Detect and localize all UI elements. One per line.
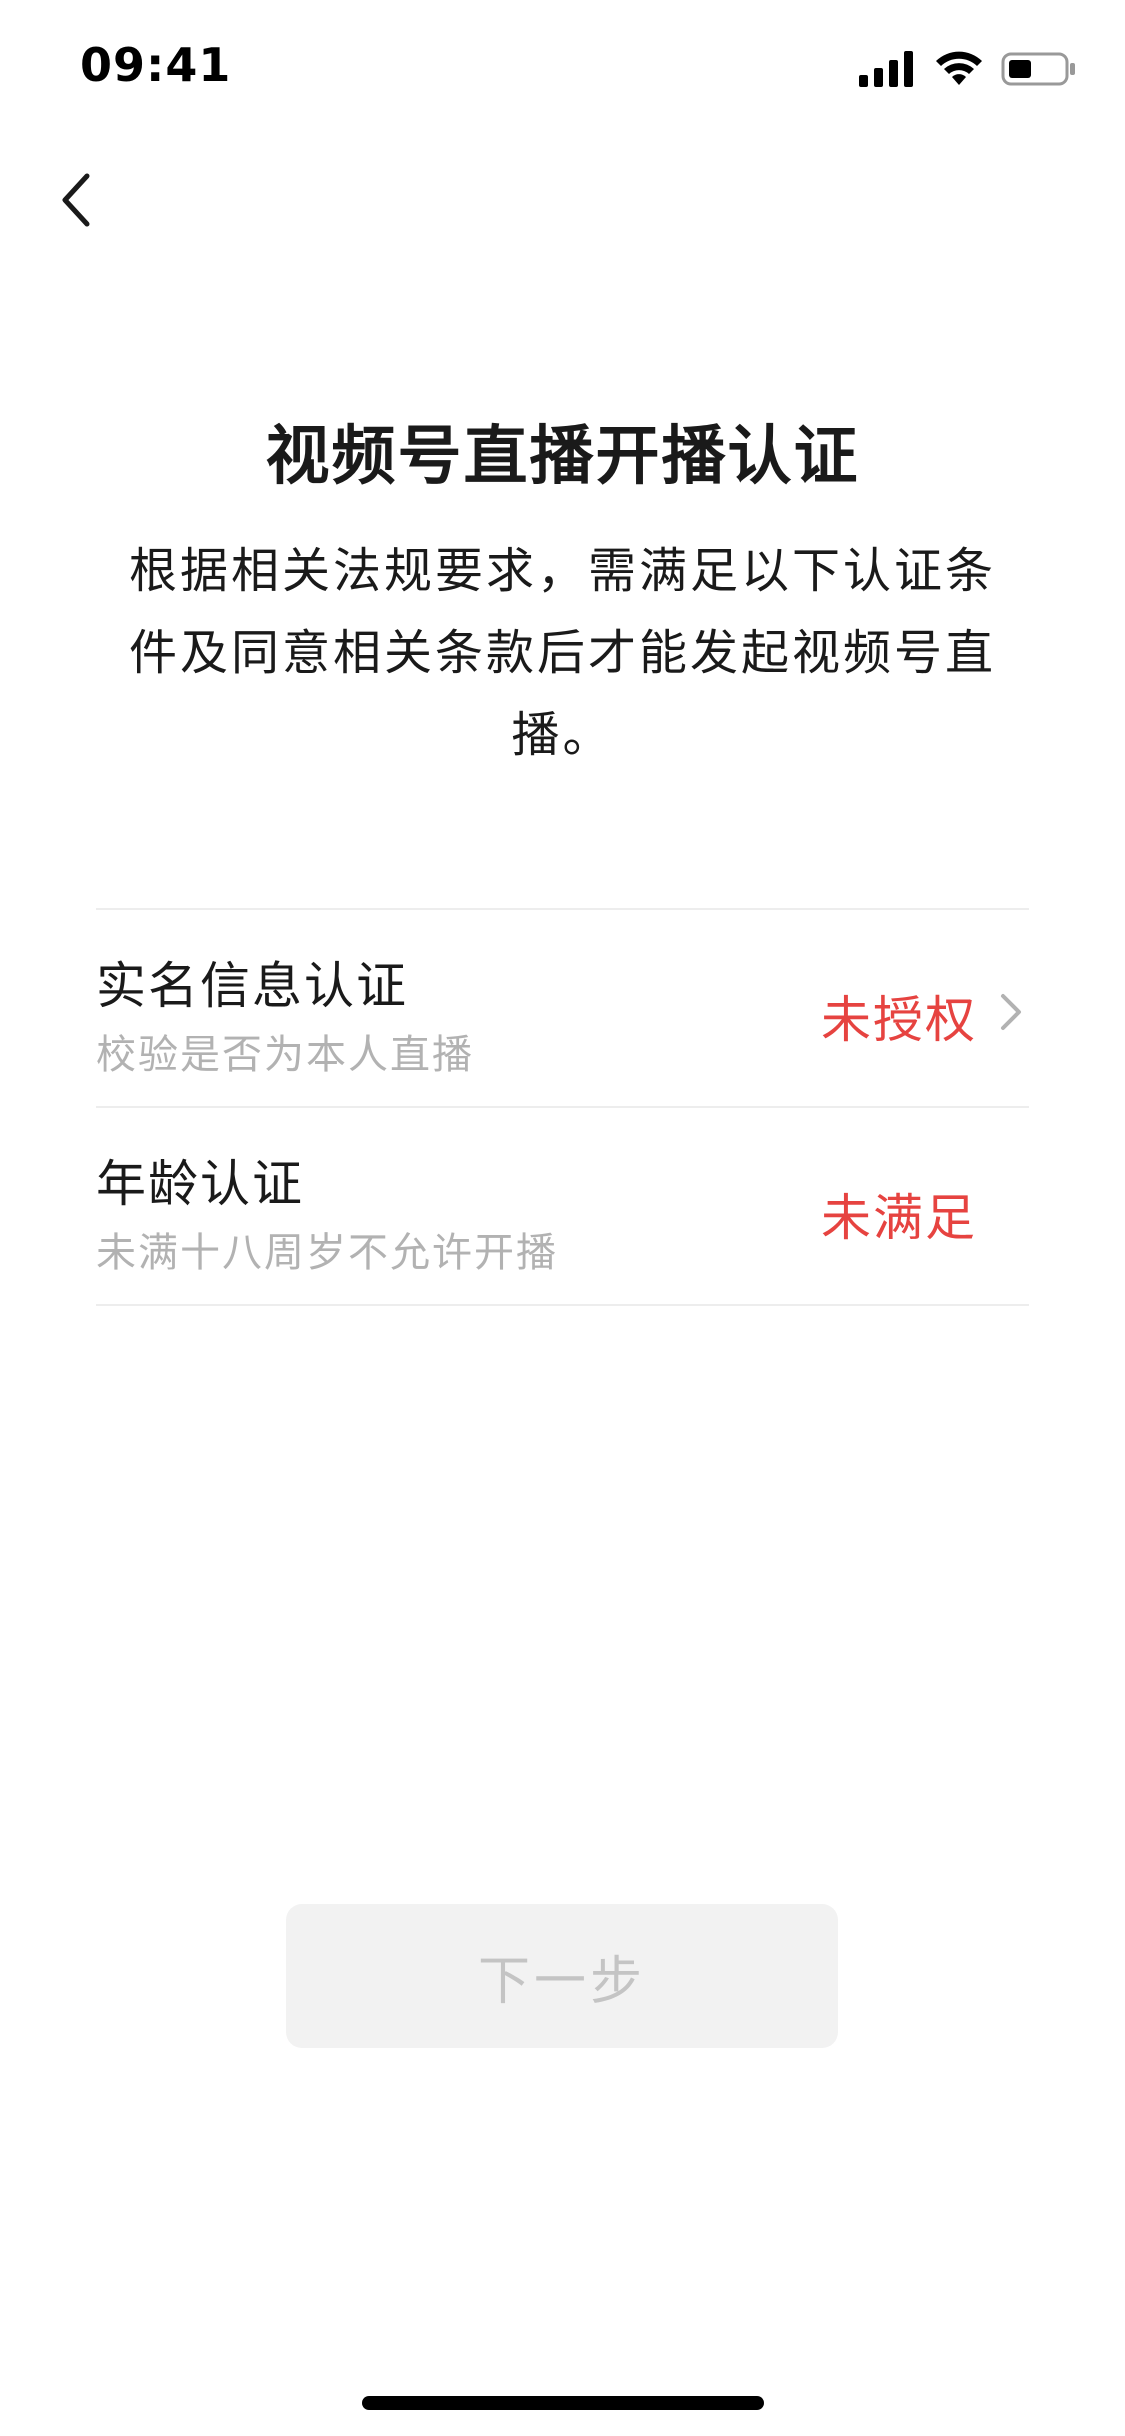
cert-row-age: 年龄认证 未满十八周岁不允许开播 未满足 (96, 1108, 1029, 1306)
page-title: 视频号直播开播认证 (265, 420, 860, 494)
page-description: 根据相关法规要求，需满足以下认证条件及同意相关条款后才能发起视频号直播。 (128, 543, 996, 763)
cert-subtitle: 未满十八周岁不允许开播 (96, 1230, 558, 1276)
cert-title: 年龄认证 (96, 1155, 304, 1213)
back-button[interactable] (40, 160, 110, 240)
cert-list: 实名信息认证 校验是否为本人直播 未授权 年龄认证 未满十八周岁不允许开播 未满… (96, 908, 1029, 1306)
status-time: 09:41 (80, 38, 232, 92)
battery-icon (1001, 52, 1075, 86)
screen: 09:41 视频号直播开播认证 根据相关法规要求，需满足以下认证条件及同意相关条… (0, 0, 1125, 2436)
signal-icon (859, 51, 913, 87)
status-bar: 09:41 (0, 0, 1125, 140)
next-button[interactable]: 下一步 (286, 1904, 838, 2048)
cert-subtitle: 校验是否为本人直播 (96, 1032, 474, 1078)
status-icons (859, 44, 1077, 94)
wifi-icon (936, 51, 982, 85)
chevron-right-icon (1001, 994, 1021, 1030)
home-indicator (362, 2396, 764, 2410)
cert-title: 实名信息认证 (96, 957, 408, 1015)
cert-status: 未满足 (821, 1189, 977, 1247)
cert-row-real-name[interactable]: 实名信息认证 校验是否为本人直播 未授权 (96, 910, 1029, 1108)
cert-status: 未授权 (821, 991, 977, 1049)
back-arrow-icon (62, 173, 90, 227)
